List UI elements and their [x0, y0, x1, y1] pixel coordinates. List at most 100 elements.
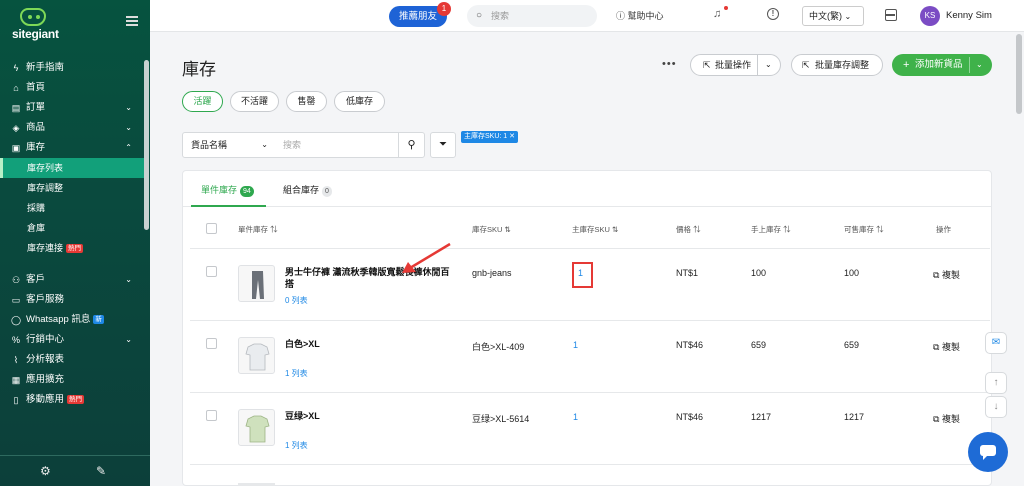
- sidebar-subitem-adjustment[interactable]: 庫存調整: [0, 178, 144, 198]
- info-icon[interactable]: !: [767, 8, 779, 20]
- broom-icon[interactable]: ✎: [96, 464, 106, 478]
- sidebar-item-whatsapp[interactable]: ◯ Whatsapp 訊息新: [0, 310, 144, 330]
- new-badge: 新: [93, 315, 104, 324]
- language-select[interactable]: 中文(繁) ⌄: [802, 6, 864, 26]
- sidebar-item-customers[interactable]: ⚇ 客戶 ⌄: [0, 270, 144, 290]
- main-scrollbar[interactable]: [1016, 34, 1022, 114]
- search-button[interactable]: ⚲: [398, 132, 425, 158]
- add-new-item-button[interactable]: + 添加新貨品 ⌄: [892, 54, 992, 76]
- stack-icon[interactable]: [885, 9, 897, 21]
- sidebar-item-apps[interactable]: ▦ 應用擴充: [0, 370, 144, 390]
- listing-count-link[interactable]: 1 列表: [285, 368, 308, 379]
- product-name[interactable]: 豆绿>XL: [285, 410, 457, 422]
- sidebar-subitem-warehouse[interactable]: 倉庫: [0, 218, 144, 238]
- chip-active[interactable]: 活躍: [182, 91, 223, 112]
- inventory-sku: 白色>XL-409: [472, 342, 525, 352]
- hot-badge: 熱門: [66, 244, 84, 253]
- select-all-checkbox[interactable]: [206, 223, 217, 234]
- column-header[interactable]: 可售庫存 ⇅: [844, 224, 884, 235]
- bulk-action-button[interactable]: ⇱ 批量操作 ⌄: [690, 54, 781, 76]
- sidebar-subitem-purchase[interactable]: 採購: [0, 198, 144, 218]
- chip-inactive[interactable]: 不活躍: [230, 91, 279, 112]
- inventory-icon: ▣: [11, 143, 21, 153]
- sidebar-item-label: 應用擴充: [26, 374, 65, 385]
- mail-icon[interactable]: ✉: [985, 332, 1007, 354]
- available-stock: 100: [844, 268, 860, 278]
- column-header: 操作: [936, 225, 951, 234]
- tab-single-inventory[interactable]: 單件庫存 94: [201, 183, 254, 197]
- filter-field-select[interactable]: 貨品名稱 ⌄: [182, 132, 276, 158]
- chevron-down-icon[interactable]: ⌄: [976, 54, 983, 76]
- sidebar-item-marketing[interactable]: % 行銷中心 ⌄: [0, 330, 144, 350]
- copy-label: 複製: [941, 342, 960, 352]
- row-checkbox[interactable]: [206, 338, 217, 349]
- menu-icon[interactable]: [126, 16, 138, 26]
- copy-label: 複製: [941, 414, 960, 424]
- product-name[interactable]: 白色>XL: [285, 338, 457, 350]
- main-sku-link[interactable]: 1: [573, 412, 578, 422]
- row-checkbox[interactable]: [206, 410, 217, 421]
- sidebar-item-guide[interactable]: ϟ 新手指南: [0, 58, 144, 78]
- column-header[interactable]: 手上庫存 ⇅: [751, 224, 791, 235]
- chevron-down-icon: ⌄: [125, 103, 132, 112]
- sidebar-item-inventory[interactable]: ▣ 庫存 ⌃: [0, 138, 144, 158]
- global-search-input[interactable]: ○ 搜索: [467, 5, 597, 27]
- copy-button[interactable]: ⧉ 複製: [933, 412, 960, 425]
- sidebar-item-orders[interactable]: ▤ 訂單 ⌄: [0, 98, 144, 118]
- bulk-adjust-button[interactable]: ⇱ 批量庫存調整: [791, 54, 883, 76]
- product-thumbnail[interactable]: [238, 265, 275, 302]
- column-label: 價格: [676, 225, 691, 234]
- users-icon: ⚇: [11, 275, 21, 285]
- product-thumbnail[interactable]: [238, 337, 275, 374]
- help-center-link[interactable]: ⓘ 幫助中心: [616, 9, 664, 22]
- chevron-down-icon[interactable]: ⌄: [765, 55, 772, 75]
- tab-bundle-inventory[interactable]: 組合庫存 0: [283, 183, 332, 197]
- sidebar-subitem-inventory-list[interactable]: 庫存列表: [0, 158, 144, 178]
- scroll-up-icon[interactable]: ↑: [985, 372, 1007, 394]
- listing-count-link[interactable]: 1 列表: [285, 440, 308, 451]
- copy-button[interactable]: ⧉ 複製: [933, 268, 960, 281]
- main-sku-link[interactable]: 1: [573, 340, 578, 350]
- mobile-icon: ▯: [13, 395, 19, 405]
- column-header[interactable]: 單件庫存 ⇅: [238, 224, 278, 235]
- tab-label: 組合庫存: [283, 185, 320, 195]
- listing-count-link[interactable]: 0 列表: [285, 295, 308, 306]
- scroll-down-icon[interactable]: ↓: [985, 396, 1007, 418]
- count-badge: 94: [240, 186, 254, 197]
- row-checkbox[interactable]: [206, 266, 217, 277]
- settings-icon[interactable]: ⚙: [40, 464, 51, 478]
- more-options-icon[interactable]: •••: [662, 58, 677, 70]
- active-filter-tag[interactable]: 主庫存SKU: 1 ✕: [461, 131, 518, 143]
- column-header[interactable]: 主庫存SKU ⇅: [572, 224, 618, 235]
- sitegiant-logo[interactable]: sitegiant: [12, 8, 72, 42]
- copy-icon: ⧉: [933, 414, 940, 424]
- sidebar-item-products[interactable]: ◈ 商品 ⌄: [0, 118, 144, 138]
- chip-low-stock[interactable]: 低庫存: [334, 91, 385, 112]
- sidebar-scrollbar[interactable]: [144, 60, 149, 230]
- sidebar-item-analytics[interactable]: ⌇ 分析報表: [0, 350, 144, 370]
- sidebar-nav: ϟ 新手指南 ⌂ 首頁 ▤ 訂單 ⌄ ◈ 商品 ⌄ ▣ 庫存 ⌃ 庫存列表 庫存調整 採購 倉庫…: [0, 58, 144, 410]
- sidebar-item-label: 新手指南: [26, 62, 65, 73]
- bell-icon[interactable]: ♫: [713, 8, 721, 20]
- copy-button[interactable]: ⧉ 複製: [933, 340, 960, 353]
- sidebar-subitem-inventory-link[interactable]: 庫存連接 熱門: [0, 238, 144, 258]
- column-label: 主庫存SKU: [572, 225, 610, 234]
- filter-search-input[interactable]: 搜索: [275, 132, 399, 158]
- chip-sold-out[interactable]: 售罄: [286, 91, 327, 112]
- bulk-adjust-label: 批量庫存調整: [815, 60, 870, 70]
- column-label: 單件庫存: [238, 225, 268, 234]
- brand-name: sitegiant: [12, 27, 59, 41]
- user-name[interactable]: Kenny Sim: [946, 10, 992, 21]
- avatar[interactable]: KS: [920, 6, 940, 26]
- live-chat-button[interactable]: [968, 432, 1008, 472]
- column-header[interactable]: 庫存SKU ⇅: [472, 224, 511, 235]
- chevron-down-icon: ⌄: [261, 140, 268, 149]
- product-thumbnail[interactable]: [238, 409, 275, 446]
- notification-dot: [724, 6, 728, 10]
- filter-icon[interactable]: ⏷: [430, 132, 456, 158]
- on-hand-stock: 100: [751, 268, 767, 278]
- sidebar-item-mobile[interactable]: ▯ 移動應用 熱門: [0, 390, 144, 410]
- sidebar-item-home[interactable]: ⌂ 首頁: [0, 78, 144, 98]
- sidebar-item-customer-service[interactable]: ▭ 客戶服務: [0, 290, 144, 310]
- column-header[interactable]: 價格 ⇅: [676, 224, 701, 235]
